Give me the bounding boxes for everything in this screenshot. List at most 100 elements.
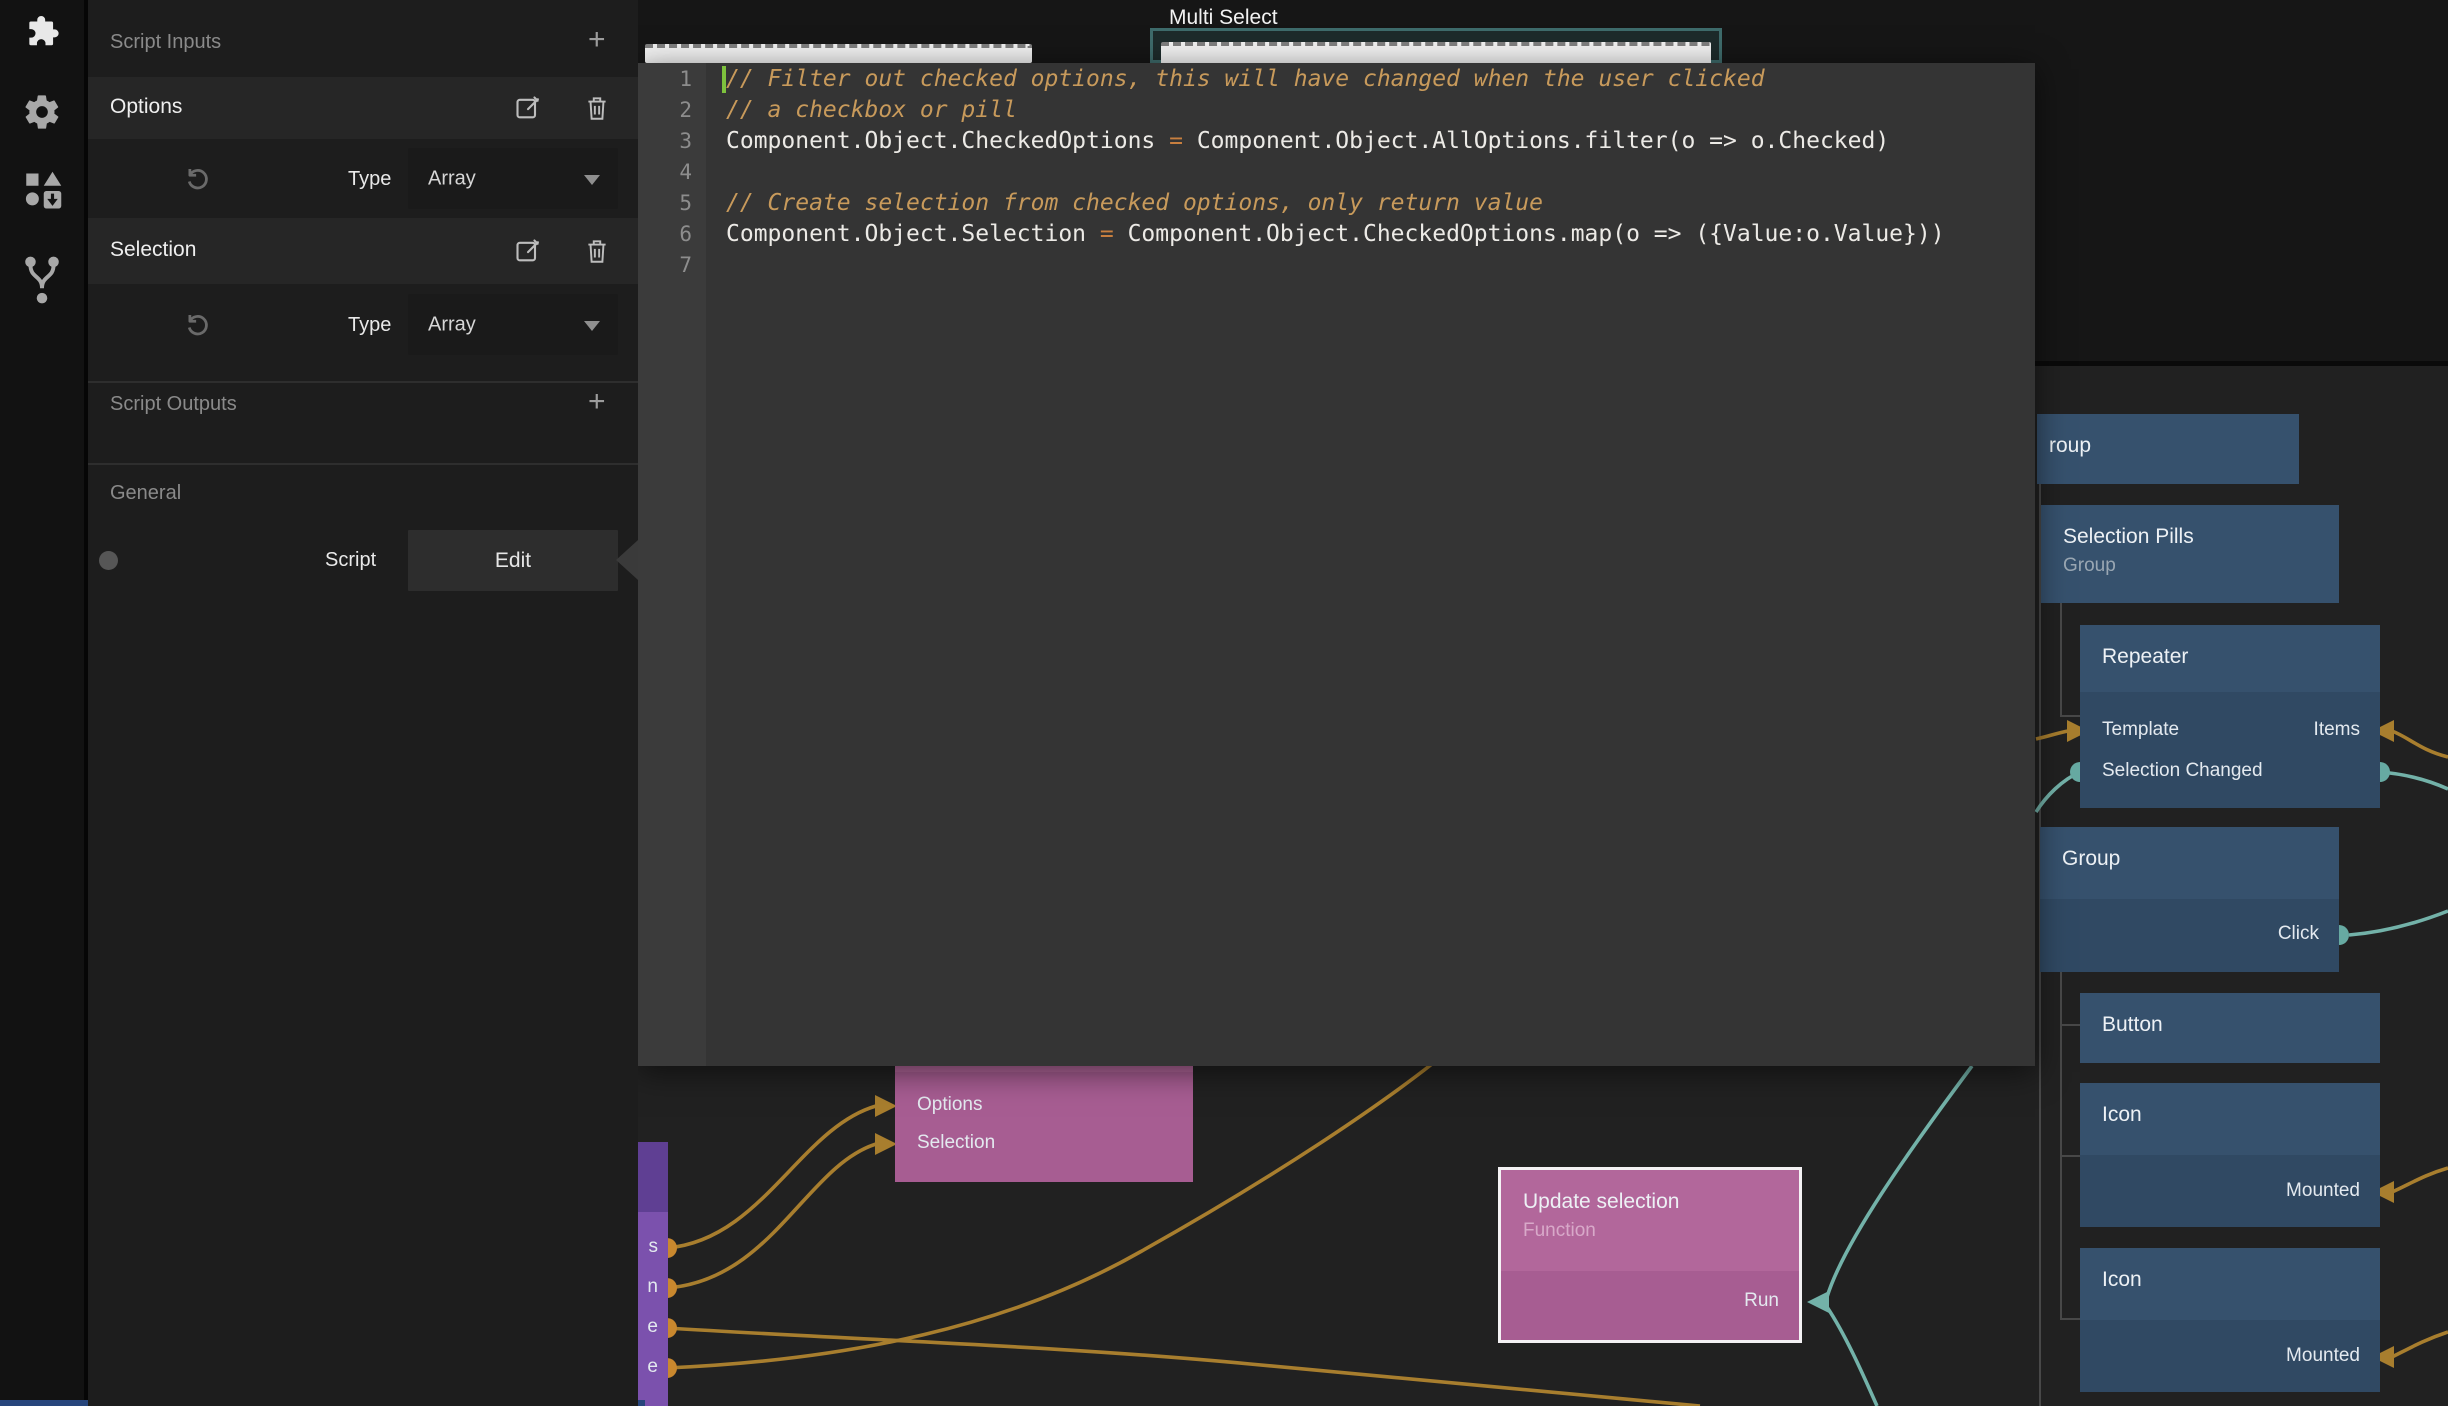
graph-node-repeater[interactable]: Repeater Template Items Selection Changed (2080, 625, 2380, 808)
plugin-puzzle-icon[interactable] (0, 12, 84, 50)
properties-panel: Script Inputs + Options Type Array (88, 0, 638, 1406)
chevron-down-icon (584, 321, 600, 331)
delete-input-icon[interactable] (584, 94, 610, 127)
settings-gear-icon[interactable] (0, 92, 84, 132)
type-dropdown-options[interactable]: Array (408, 148, 618, 209)
node-ports-section (2080, 692, 2380, 808)
graph-node-update-selection[interactable]: Update selection Function Run (1498, 1167, 1802, 1343)
graph-node-icon-1[interactable]: IconMounted (2080, 1083, 2380, 1227)
node-title: roup (2049, 434, 2091, 458)
components-icon[interactable] (0, 168, 84, 214)
code-text: // Filter out checked options, this will… (726, 64, 1765, 95)
type-label: Type (348, 168, 391, 191)
node-title: Repeater (2102, 645, 2188, 669)
wire-teal[interactable] (2036, 772, 2080, 812)
code-text: // a checkbox or pill (726, 95, 1017, 126)
chevron-down-icon (584, 175, 600, 185)
rename-input-icon[interactable] (514, 237, 542, 270)
script-inputs-title: Script Inputs (110, 31, 221, 54)
port-label-Selection[interactable]: Selection (917, 1132, 995, 1154)
graph-node-options-selection[interactable]: Options Selection (895, 1063, 1193, 1182)
rename-input-icon[interactable] (514, 94, 542, 127)
graph-node-group-top[interactable]: roup (2037, 414, 2299, 484)
node-branch-icon[interactable] (0, 252, 84, 308)
port-label-Template[interactable]: Template (2102, 719, 2179, 741)
port-label-Click[interactable]: Click (2278, 923, 2319, 945)
wire-arrowhead (875, 1133, 897, 1155)
preview-multiselect-field[interactable] (1150, 28, 1722, 63)
wire-teal[interactable] (1827, 1066, 1972, 1297)
add-script-input-button[interactable]: + (588, 30, 606, 50)
edit-script-button[interactable]: Edit (408, 530, 618, 591)
graph-node-object-clipped[interactable]: snee (638, 1142, 668, 1406)
graph-node-button[interactable]: Button (2080, 993, 2380, 1063)
port-label-Options[interactable]: Options (917, 1094, 982, 1116)
port-label-Mounted[interactable]: Mounted (2286, 1345, 2360, 1367)
wire-arrowhead (875, 1095, 897, 1117)
line-number: 1 (638, 64, 692, 95)
port-label-Run[interactable]: Run (1744, 1290, 1779, 1312)
editor-callout-arrow (616, 540, 638, 580)
wire-teal[interactable] (2349, 911, 2448, 935)
node-title: Icon (2102, 1268, 2142, 1292)
script-label: Script (325, 549, 376, 572)
wire-orange[interactable] (2392, 1168, 2448, 1192)
node-title: Button (2102, 1013, 2163, 1037)
editor-caret (722, 66, 726, 93)
code-line-5[interactable]: 5 // Create selection from checked option… (638, 188, 2035, 219)
script-outputs-title: Script Outputs (110, 393, 237, 416)
code-line-7[interactable]: 7 (638, 250, 2035, 281)
port-label-Mounted[interactable]: Mounted (2286, 1180, 2360, 1202)
graph-node-selection-pills[interactable]: Selection PillsGroup (2041, 505, 2339, 603)
port-label-Items[interactable]: Items (2314, 719, 2360, 741)
code-line-3[interactable]: 3 Component.Object.CheckedOptions = Compo… (638, 126, 2035, 157)
preview-textfield[interactable] (645, 44, 1032, 63)
wire-orange[interactable] (667, 1106, 876, 1248)
input-row-options[interactable]: Options (88, 77, 638, 139)
line-number: 4 (638, 157, 692, 188)
add-script-output-button[interactable]: + (588, 392, 606, 412)
graph-node-icon-2[interactable]: Icon Mounted (2080, 1248, 2380, 1392)
hierarchy-stub (2060, 1024, 2080, 1026)
line-number: 3 (638, 126, 692, 157)
wire-teal[interactable] (1827, 1307, 1877, 1406)
preview-multiselect-label: Multi Select (1169, 6, 1278, 30)
port-label-e[interactable]: e (647, 1316, 658, 1338)
code-line-2[interactable]: 2 // a checkbox or pill (638, 95, 2035, 126)
wire-orange[interactable] (667, 1144, 876, 1288)
reset-property-icon[interactable] (183, 164, 213, 199)
hierarchy-stub (2060, 1318, 2080, 1320)
connection-dot[interactable] (99, 551, 118, 570)
node-title: Group (2062, 847, 2120, 871)
wire-orange[interactable] (2392, 731, 2448, 757)
code-text: Component.Object.CheckedOptions = Compon… (726, 126, 1889, 157)
graph-node-group[interactable]: Group Click (2040, 827, 2339, 972)
input-name-label: Options (110, 95, 182, 119)
reset-property-icon[interactable] (183, 310, 213, 345)
port-label-e[interactable]: e (647, 1356, 658, 1378)
code-line-6[interactable]: 6Component.Object.Selection = Component.… (638, 219, 2035, 250)
node-title: Update selection (1523, 1190, 1679, 1214)
hierarchy-line (2060, 603, 2062, 717)
delete-input-icon[interactable] (584, 237, 610, 270)
wire-teal[interactable] (2380, 772, 2448, 789)
section-divider (88, 463, 638, 465)
wire-arrowhead (1807, 1291, 1829, 1313)
code-line-4[interactable]: 4 (638, 157, 2035, 188)
code-text: // Create selection from checked options… (726, 188, 1543, 219)
input-name-label: Selection (110, 238, 196, 262)
hierarchy-stub (2060, 1155, 2080, 1157)
type-dropdown-selection[interactable]: Array (408, 294, 618, 355)
input-row-selection[interactable]: Selection (88, 218, 638, 284)
port-label-Selection Changed[interactable]: Selection Changed (2102, 760, 2263, 782)
port-label-s[interactable]: s (649, 1236, 659, 1258)
node-subtitle: Function (1523, 1220, 1596, 1242)
line-number: 5 (638, 188, 692, 219)
line-number: 6 (638, 219, 692, 250)
line-number: 2 (638, 95, 692, 126)
wire-orange[interactable] (2392, 1332, 2448, 1357)
node-title: Selection Pills (2063, 525, 2194, 549)
code-line-1[interactable]: 1 // Filter out checked options, this wil… (638, 64, 2035, 95)
port-label-n[interactable]: n (647, 1276, 658, 1298)
code-editor[interactable]: 1 // Filter out checked options, this wil… (638, 63, 2035, 1066)
